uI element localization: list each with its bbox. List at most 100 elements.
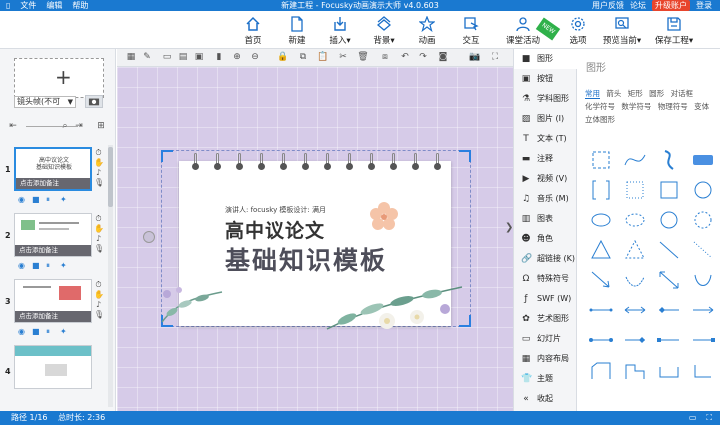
shape-dotted-rect[interactable]	[621, 177, 649, 203]
shape-dashed-circle[interactable]	[689, 207, 717, 233]
screenshot-icon[interactable]: 📷	[469, 51, 481, 63]
eye-icon[interactable]: ◉	[18, 327, 27, 336]
tab-music[interactable]: ♫ 音乐 (M)	[514, 189, 577, 209]
shape-ellipse[interactable]	[587, 207, 615, 233]
add-frame-button[interactable]: +	[14, 58, 104, 98]
tab-hyperlink[interactable]: 🔗 超链接 (K)	[514, 249, 577, 269]
shape-connector[interactable]	[587, 297, 615, 323]
mic-icon[interactable]: 🎙	[94, 244, 104, 254]
feedback-link[interactable]: 用户反馈	[592, 0, 624, 11]
cat-common[interactable]: 常用	[585, 89, 600, 99]
shape-filled-rect[interactable]	[689, 147, 717, 173]
shape-curved-arrow[interactable]	[689, 267, 717, 293]
shape-line-square[interactable]	[655, 327, 683, 353]
cat-variant[interactable]: 变体	[694, 102, 709, 111]
shape-circle-outline[interactable]	[655, 207, 683, 233]
camera-capture-icon[interactable]: ◙	[437, 51, 449, 63]
shape-twist[interactable]	[655, 147, 683, 173]
slide-title[interactable]: 高中议论文	[225, 216, 325, 243]
preview-current-button[interactable]: 预览当前▾	[600, 14, 644, 47]
pause-icon[interactable]: ⏸	[46, 327, 55, 336]
move-icon[interactable]: ▮	[213, 51, 225, 63]
paste-icon[interactable]: 📋	[317, 51, 329, 63]
handle-top-right[interactable]	[459, 150, 471, 162]
tab-swf[interactable]: ƒ SWF (W)	[514, 289, 577, 309]
speaker-icon[interactable]: ♪	[94, 300, 103, 310]
delete-icon[interactable]: 🗑	[357, 51, 369, 63]
cut-icon[interactable]: ✂	[337, 51, 349, 63]
tab-character[interactable]: ☻ 角色	[514, 229, 577, 249]
collapse-left-icon[interactable]: ⇤	[6, 119, 20, 133]
new-button[interactable]: 新建	[275, 14, 319, 47]
handle-top-left[interactable]	[161, 150, 173, 162]
editing-canvas[interactable]: 演讲人: focusky 模板设计: 满月 高中议论文 基础知识模板 ❯	[117, 67, 513, 411]
eye-icon[interactable]: ◉	[18, 195, 27, 204]
camera-button[interactable]	[85, 95, 103, 108]
shape-square[interactable]	[655, 177, 683, 203]
shape-line-diamond[interactable]	[621, 327, 649, 353]
tab-subject-shapes[interactable]: ⚗ 学科图形	[514, 89, 577, 109]
speaker-icon[interactable]: ♪	[94, 234, 103, 244]
transition-icon[interactable]: ✦	[60, 195, 69, 204]
shape-step[interactable]	[621, 357, 649, 383]
cat-arrow[interactable]: 箭头	[606, 89, 621, 98]
tab-theme[interactable]: 👕 主题	[514, 369, 577, 389]
options-button[interactable]: 选项	[556, 14, 600, 47]
tab-button[interactable]: ▣ 按钮	[514, 69, 577, 89]
rect-select-icon[interactable]: ▭	[161, 51, 173, 63]
mic-icon[interactable]: 🎙	[94, 310, 104, 320]
add-note-banner[interactable]: 点击添加备注	[16, 178, 90, 189]
pause-icon[interactable]: ⏸	[46, 195, 55, 204]
shape-dashed-triangle[interactable]	[621, 237, 649, 263]
cat-dialog[interactable]: 对话框	[671, 89, 694, 98]
slide-item-1[interactable]: 1 高中议论文 基础知识模板 点击添加备注 ◉ ■ ⏸ ✦ ⏱ ✋ ♪ 🎙	[0, 145, 110, 207]
shape-arc[interactable]	[621, 267, 649, 293]
grid-icon[interactable]: ▦	[125, 51, 137, 63]
frame-marker-icon[interactable]	[143, 231, 155, 243]
shape-arrow-line[interactable]	[587, 267, 615, 293]
slide-list-scrollbar[interactable]	[108, 145, 113, 407]
cat-chemistry[interactable]: 化学符号	[585, 102, 615, 111]
shape-line[interactable]	[655, 237, 683, 263]
shape-triangle[interactable]	[587, 237, 615, 263]
tab-art-shapes[interactable]: ✿ 艺术图形	[514, 309, 577, 329]
monitor-icon[interactable]: ▭	[689, 411, 697, 425]
redo-icon[interactable]: ↷	[417, 51, 429, 63]
tab-special-symbols[interactable]: Ω 特殊符号	[514, 269, 577, 289]
shape-double-arrow[interactable]	[655, 267, 683, 293]
speaker-icon[interactable]: ♪	[94, 168, 103, 178]
panel-toggle-arrow-icon[interactable]: ❯	[505, 222, 513, 242]
cat-physics[interactable]: 物理符号	[658, 102, 688, 111]
slide-item-3[interactable]: 3 点击添加备注 ◉ ■ ⏸ ✦ ⏱ ✋ ♪ 🎙	[0, 277, 110, 339]
shape-circle[interactable]	[689, 177, 717, 203]
timer-icon[interactable]: ⏱	[94, 148, 103, 158]
cat-3d[interactable]: 立体图形	[585, 115, 615, 124]
shape-bracket-down[interactable]	[655, 357, 683, 383]
hand-icon[interactable]: ✋	[94, 290, 104, 300]
tab-slides[interactable]: ▭ 幻灯片	[514, 329, 577, 349]
slide-thumbnail[interactable]: 点击添加备注	[14, 213, 92, 257]
eye-icon[interactable]: ◉	[18, 261, 27, 270]
slide-item-4[interactable]: 4	[0, 343, 110, 405]
shape-arrow-right[interactable]	[689, 297, 717, 323]
animation-button[interactable]: 动画	[405, 14, 449, 47]
shape-dashed-ellipse[interactable]	[621, 207, 649, 233]
pause-icon[interactable]: ⏸	[46, 261, 55, 270]
shape-dotted-line[interactable]	[689, 237, 717, 263]
slide-thumbnail[interactable]: 点击添加备注	[14, 279, 92, 323]
lock-icon[interactable]: 🔒	[277, 51, 289, 63]
align-icon[interactable]: ▤	[177, 51, 189, 63]
add-note-banner[interactable]: 点击添加备注	[15, 245, 91, 256]
forum-link[interactable]: 论坛	[630, 0, 646, 11]
copy-icon[interactable]: ⧉	[297, 51, 309, 63]
shape-corner[interactable]	[689, 357, 717, 383]
cat-circle[interactable]: 圆形	[649, 89, 664, 98]
shape-brackets[interactable]	[587, 177, 615, 203]
zoom-icon[interactable]: ⌕	[58, 119, 72, 133]
slide-item-2[interactable]: 2 点击添加备注 ◉ ■ ⏸ ✦ ⏱ ✋ ♪ 🎙	[0, 211, 110, 273]
tab-comment[interactable]: ▬ 注释	[514, 149, 577, 169]
undo-icon[interactable]: ↶	[399, 51, 411, 63]
tab-text[interactable]: T 文本 (T)	[514, 129, 577, 149]
shape-arrow-both[interactable]	[621, 297, 649, 323]
settings-grid-icon[interactable]: ⊞	[94, 119, 108, 133]
